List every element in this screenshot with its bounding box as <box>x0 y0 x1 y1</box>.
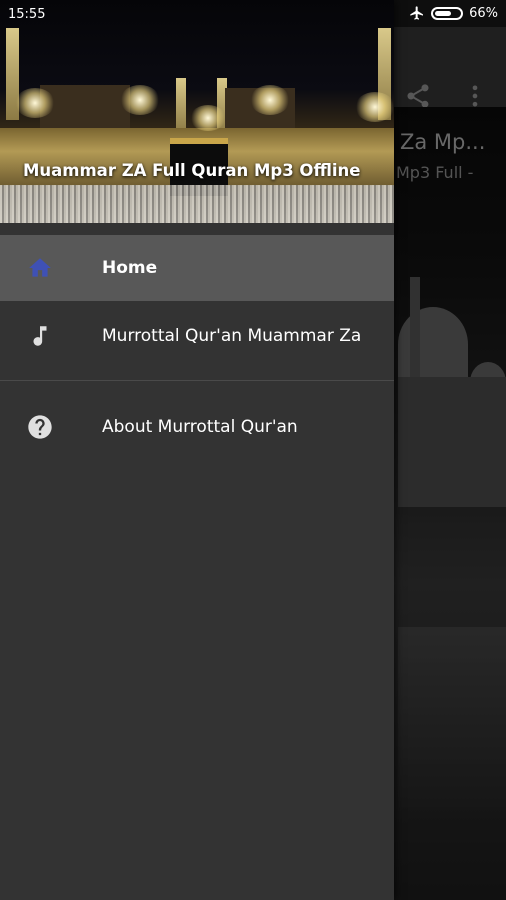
home-icon <box>26 254 54 282</box>
drawer-item-label: About Murrottal Qur'an <box>102 417 298 437</box>
help-circle-icon <box>26 413 54 441</box>
drawer-divider <box>0 380 394 381</box>
battery-percent: 66% <box>469 5 498 21</box>
drawer-item-murrottal[interactable]: Murrottal Qur'an Muammar Za <box>0 303 394 369</box>
music-note-icon <box>26 322 54 350</box>
drawer-item-label: Home <box>102 258 158 278</box>
navigation-drawer: Muammar ZA Full Quran Mp3 Offline Home M… <box>0 0 394 900</box>
drawer-item-about[interactable]: About Murrottal Qur'an <box>0 394 394 460</box>
status-time: 15:55 <box>8 7 46 22</box>
status-bar: 15:55 66% <box>0 0 506 27</box>
battery-icon <box>431 6 464 20</box>
drawer-header-title: Muammar ZA Full Quran Mp3 Offline <box>23 161 361 180</box>
airplane-mode-icon <box>410 6 424 20</box>
drawer-item-label: Murrottal Qur'an Muammar Za <box>102 326 362 346</box>
drawer-header-image: Muammar ZA Full Quran Mp3 Offline <box>0 0 394 223</box>
status-right-group: 66% <box>409 5 498 21</box>
drawer-item-home[interactable]: Home <box>0 235 394 301</box>
